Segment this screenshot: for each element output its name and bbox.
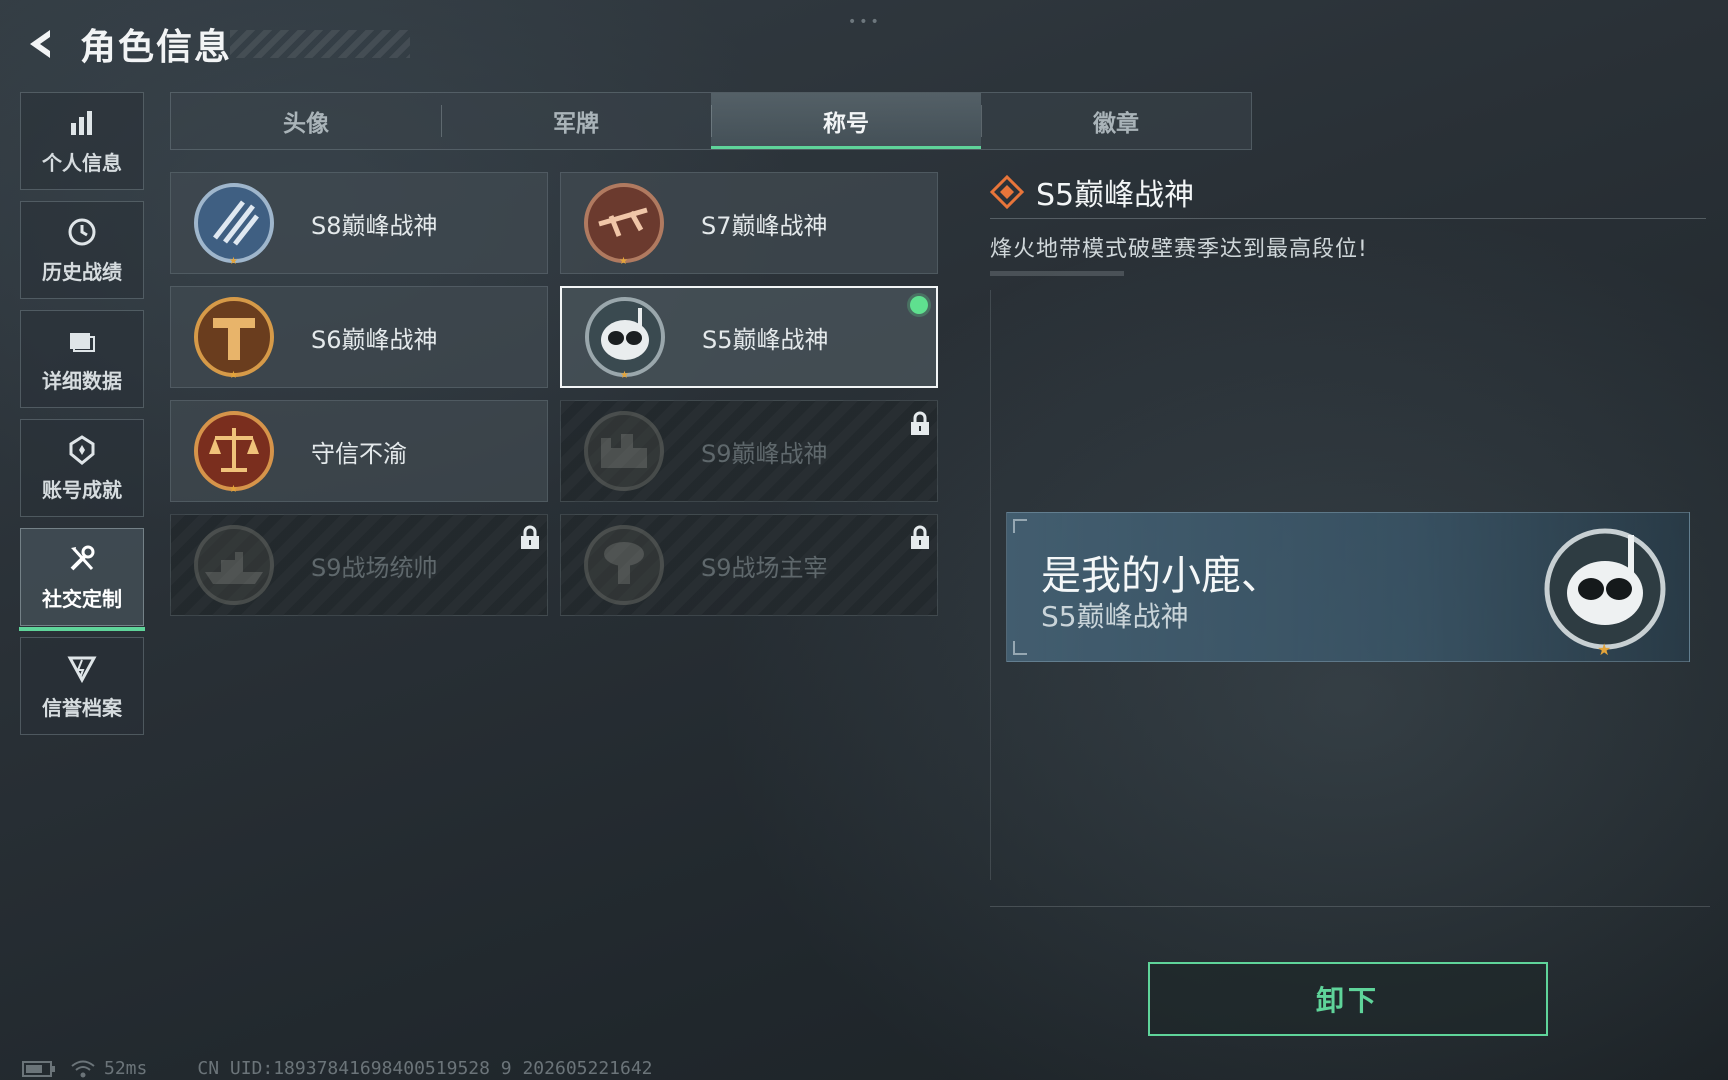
user-uid: CN UID:18937841698400519528 9 2026052216… [197, 1058, 653, 1079]
lock-icon [911, 411, 929, 435]
sidebar-item-reputation[interactable]: 信誉档案 [20, 637, 144, 735]
title-label: S9巅峰战神 [701, 439, 828, 468]
fortress-badge-icon [584, 411, 664, 491]
unequip-button[interactable]: 卸下 [1148, 962, 1548, 1036]
sidebar-item-label: 社交定制 [42, 586, 122, 611]
detail-title: S5巅峰战神 [1036, 178, 1195, 213]
preview-title: S5巅峰战神 [1041, 600, 1189, 633]
svg-text:★: ★ [229, 370, 238, 380]
title-card[interactable]: S9战场统帅 [170, 514, 548, 616]
sidebar-item-detailed-data[interactable]: 详细数据 [20, 310, 144, 408]
page-title: 角色信息 [80, 27, 233, 68]
title-grid: ★ S8巅峰战神 ★ S7巅峰战神 ★ S6巅峰战神 ★ S5巅峰战神 ★ 守信… [170, 172, 940, 616]
wifi-icon [71, 1060, 95, 1077]
tab-title[interactable]: 称号 [711, 93, 981, 149]
mushroom-cloud-badge-icon [584, 525, 664, 605]
svg-text:★: ★ [620, 370, 629, 380]
tab-badge[interactable]: 徽章 [981, 93, 1251, 149]
warship-badge-icon [194, 525, 274, 605]
tab-bar: 头像 军牌 称号 徽章 [170, 92, 1252, 150]
detail-header: S5巅峰战神 [990, 172, 1710, 213]
back-arrow-icon[interactable] [20, 24, 60, 64]
title-card[interactable]: ★ S6巅峰战神 [170, 286, 548, 388]
tab-avatar[interactable]: 头像 [171, 93, 441, 149]
title-card[interactable]: S9战场主宰 [560, 514, 938, 616]
sidebar-item-history[interactable]: 历史战绩 [20, 201, 144, 299]
sidebar-item-label: 历史战绩 [42, 259, 122, 284]
sidebar-item-social-custom[interactable]: 社交定制 [19, 528, 145, 631]
sidebar: 个人信息 历史战绩 详细数据 账号成就 社交定制 信誉档案 [19, 92, 145, 746]
sidebar-item-achievements[interactable]: 账号成就 [20, 419, 144, 517]
title-label: S7巅峰战神 [701, 211, 828, 240]
lock-icon [911, 525, 929, 549]
sidebar-item-label: 个人信息 [42, 150, 122, 175]
clock-icon [68, 218, 96, 245]
corner-decoration [1013, 519, 1027, 533]
title-card[interactable]: ★ 守信不渝 [170, 400, 548, 502]
skull-diver-badge-icon: ★ [585, 297, 665, 380]
title-decoration [230, 30, 410, 58]
sidebar-item-label: 信誉档案 [42, 695, 122, 720]
achievement-icon [69, 434, 95, 465]
tools-icon [70, 545, 95, 570]
sidebar-item-label: 账号成就 [42, 477, 122, 502]
battery-icon [22, 1060, 55, 1077]
title-label: 守信不渝 [311, 439, 407, 468]
title-card[interactable]: ★ S8巅峰战神 [170, 172, 548, 274]
preview-player-name: 是我的小鹿、 [1041, 553, 1281, 599]
title-label: S9战场主宰 [701, 553, 828, 582]
detail-description: 烽火地带模式破壁赛季达到最高段位! [990, 237, 1368, 262]
sidebar-item-personal-info[interactable]: 个人信息 [20, 92, 144, 190]
title-card[interactable]: ★ S5巅峰战神 [560, 286, 938, 388]
svg-text:★: ★ [1597, 640, 1611, 657]
title-label: S6巅峰战神 [311, 325, 438, 354]
name-card-preview: 是我的小鹿、 S5巅峰战神 ★ [1006, 512, 1690, 662]
ping-value: 52ms [104, 1058, 148, 1079]
folder-icon [70, 332, 95, 352]
tab-dog-tag[interactable]: 军牌 [441, 93, 711, 149]
lock-icon [521, 525, 539, 549]
diamond-rank-icon [990, 175, 1024, 209]
bar-chart-icon [71, 110, 92, 135]
status-bar: 52ms CN UID:18937841698400519528 9 20260… [22, 1058, 653, 1079]
title-label: S8巅峰战神 [311, 211, 438, 240]
svg-text:★: ★ [229, 484, 238, 494]
shield-icon [67, 656, 97, 683]
title-detail-panel: S5巅峰战神 烽火地带模式破壁赛季达到最高段位! [990, 172, 1710, 276]
title-card[interactable]: S9巅峰战神 [560, 400, 938, 502]
equipped-indicator [910, 296, 928, 314]
header: 角色信息 [20, 20, 232, 68]
blue-slash-badge-icon: ★ [194, 183, 274, 266]
svg-text:★: ★ [229, 256, 238, 266]
title-label: S9战场统帅 [311, 553, 438, 582]
description-decoration [990, 271, 1124, 276]
top-dots-decoration: ••• [848, 14, 882, 30]
scales-badge-icon: ★ [194, 411, 274, 494]
svg-text:★: ★ [619, 256, 628, 266]
skull-diver-badge-icon: ★ [1544, 528, 1666, 657]
gold-t-badge-icon: ★ [194, 297, 274, 380]
title-card[interactable]: ★ S7巅峰战神 [560, 172, 938, 274]
divider [990, 218, 1706, 219]
frame-decoration [990, 290, 991, 880]
corner-decoration [1013, 641, 1027, 655]
title-label: S5巅峰战神 [702, 325, 829, 354]
crossbow-badge-icon: ★ [584, 183, 664, 266]
sidebar-item-label: 详细数据 [42, 368, 122, 393]
frame-decoration [990, 906, 1710, 907]
